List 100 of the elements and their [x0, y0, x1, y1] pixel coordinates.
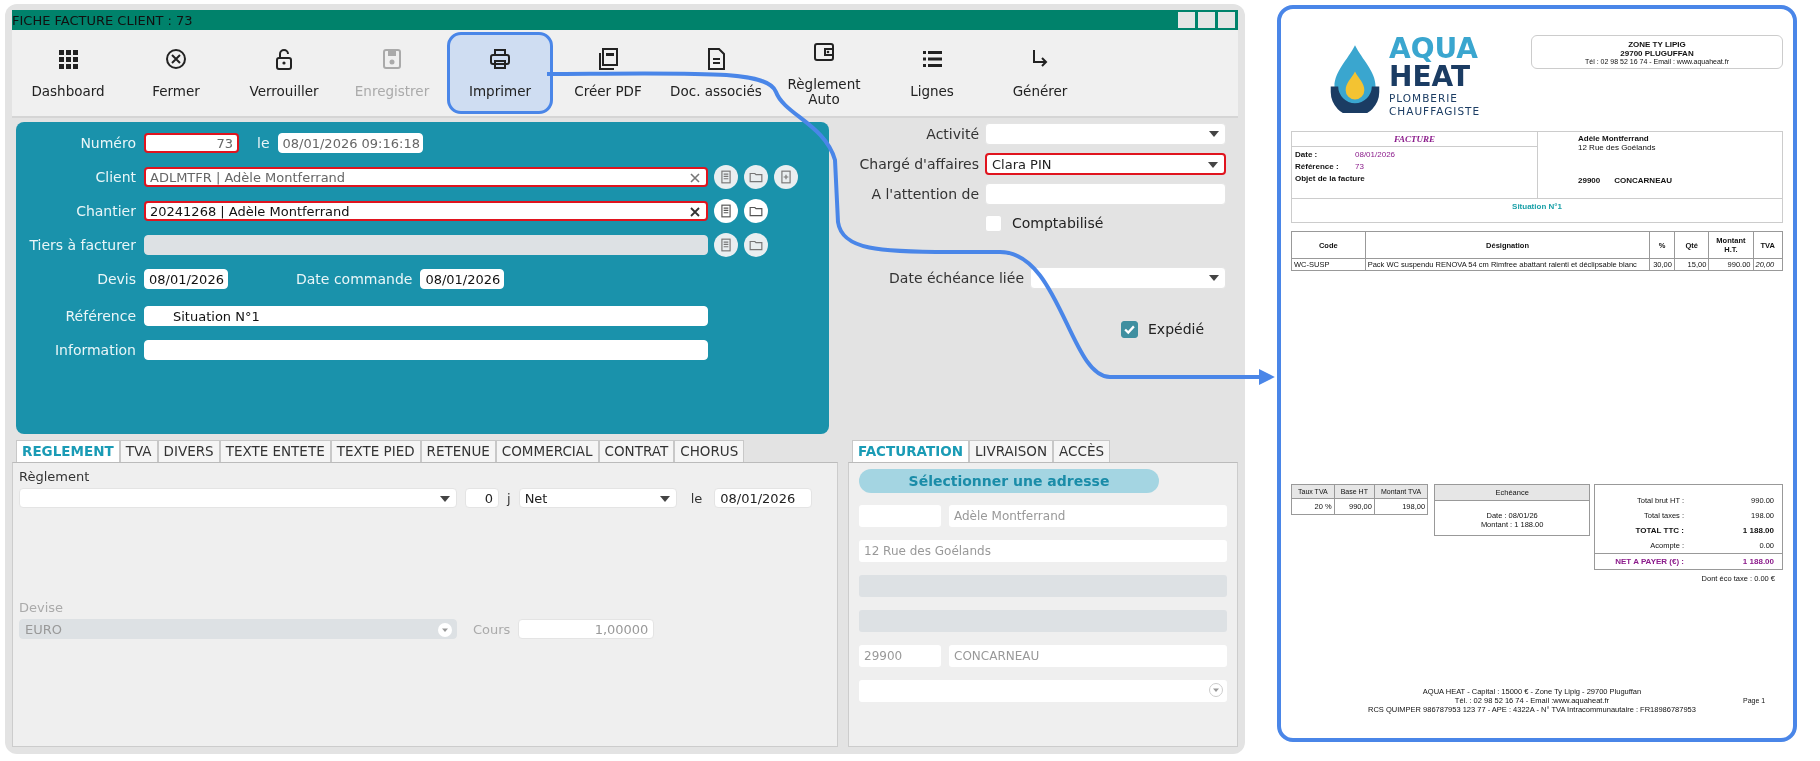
- field-label: Information: [53, 342, 136, 358]
- field-label: Chantier: [75, 203, 136, 219]
- number-field[interactable]: 73: [144, 133, 239, 153]
- invoice-label: Référence :: [1295, 162, 1340, 171]
- toolbar-icon: [596, 47, 620, 72]
- field-label: Règlement: [19, 469, 90, 484]
- attention-field[interactable]: [985, 183, 1226, 205]
- due-date-dropdown[interactable]: [1030, 267, 1226, 289]
- folder-button[interactable]: [744, 233, 768, 257]
- tab[interactable]: ACCÈS: [1053, 440, 1111, 462]
- tab[interactable]: COMMERCIAL: [495, 440, 599, 462]
- toolbar-button[interactable]: Générer: [987, 32, 1093, 114]
- company-text: 29700 PLUGUFFAN: [1620, 48, 1694, 58]
- recipient-name: Adèle Montferrand: [1578, 134, 1650, 143]
- document-icon: [719, 238, 733, 252]
- toolbar-button[interactable]: Règlement Auto: [771, 32, 877, 114]
- document-button[interactable]: [714, 199, 738, 223]
- logo-text: CHAUFFAGISTE: [1389, 105, 1481, 116]
- close-button[interactable]: [1218, 12, 1235, 28]
- field-label: A l'attention de: [871, 186, 979, 202]
- checkbox[interactable]: [1121, 320, 1138, 338]
- invoice-value: 08/01/2026: [1355, 150, 1396, 159]
- field-label: Numéro: [79, 135, 136, 151]
- date-field[interactable]: 08/01/2026: [144, 269, 228, 289]
- caret-icon: [659, 496, 670, 502]
- reference-field[interactable]: Situation N°1: [144, 306, 708, 326]
- caret-icon: [1209, 683, 1223, 697]
- toolbar-button[interactable]: Lignes: [879, 32, 985, 114]
- country-dropdown[interactable]: [859, 680, 1227, 702]
- tab[interactable]: TEXTE PIED: [330, 440, 421, 462]
- document-icon: [719, 170, 733, 184]
- invoice-subject: Situation N°1: [1512, 202, 1562, 211]
- field-label: Client: [94, 169, 136, 185]
- invoice-label: Objet de la facture: [1294, 173, 1366, 185]
- caret-icon: [1208, 162, 1218, 168]
- minimize-button[interactable]: [1178, 12, 1195, 28]
- field-label: le: [257, 135, 270, 151]
- document-button[interactable]: [714, 233, 738, 257]
- folder-button[interactable]: [744, 165, 768, 189]
- document-button[interactable]: [714, 165, 738, 189]
- term-dropdown[interactable]: Net: [518, 488, 677, 508]
- toolbar-button[interactable]: Doc. associés: [663, 32, 769, 114]
- caret-icon: [438, 623, 452, 637]
- information-field[interactable]: [144, 340, 708, 360]
- document-title: FACTURE: [1292, 132, 1537, 147]
- folder-icon: [749, 204, 763, 218]
- checkbox-label: Expédié: [1148, 321, 1205, 337]
- folder-button[interactable]: [744, 199, 768, 223]
- maximize-button[interactable]: [1198, 12, 1215, 28]
- invoice-value: 73: [1355, 162, 1364, 171]
- days-field[interactable]: 0: [465, 488, 499, 508]
- total-value: 1 188.00: [1741, 526, 1774, 535]
- field-label: Devis: [96, 271, 136, 287]
- tab[interactable]: TVA: [119, 440, 158, 462]
- logo-text: AQUA: [1389, 35, 1480, 63]
- field-label: Date échéance liée: [889, 270, 1024, 286]
- date-field[interactable]: 08/01/2026: [714, 488, 813, 508]
- tab[interactable]: LIVRAISON: [969, 440, 1054, 462]
- field-label: Chargé d'affaires: [859, 156, 979, 172]
- add-button[interactable]: [774, 165, 798, 189]
- tab[interactable]: RETENUE: [420, 440, 496, 462]
- recipient-postcode: 29900: [1578, 176, 1601, 185]
- activity-dropdown[interactable]: [985, 123, 1226, 145]
- clear-icon[interactable]: [690, 207, 700, 217]
- tab[interactable]: CONTRAT: [598, 440, 675, 462]
- date-field[interactable]: 08/01/2026 09:16:18: [277, 133, 423, 153]
- tab[interactable]: TEXTE ENTETE: [219, 440, 331, 462]
- checkbox-label: Comptabilisé: [1012, 215, 1104, 231]
- tab[interactable]: CHORUS: [674, 440, 745, 462]
- field-label: Tiers à facturer: [28, 237, 136, 253]
- toolbar-icon: [380, 47, 404, 72]
- recipient-city: CONCARNEAU: [1614, 176, 1673, 185]
- recipient-street: 12 Rue des Goélands: [1578, 143, 1657, 152]
- total-label: NET A PAYER (€) :: [1615, 557, 1684, 566]
- caret-icon: [1209, 275, 1219, 281]
- field-label: Date commande: [296, 271, 413, 287]
- toolbar-button[interactable]: Créer PDF: [555, 32, 661, 114]
- tab[interactable]: DIVERS: [157, 440, 220, 462]
- payment-dropdown[interactable]: [19, 488, 457, 508]
- plus-icon: [779, 170, 793, 184]
- window-title: FICHE FACTURE CLIENT : 73: [12, 12, 193, 28]
- logo-text: HEAT: [1389, 63, 1471, 91]
- toolbar-button[interactable]: Imprimer: [447, 32, 553, 114]
- date-field[interactable]: 08/01/2026: [420, 269, 505, 289]
- total-label: TOTAL TTC :: [1635, 526, 1684, 535]
- total-value: 1 188.00: [1741, 557, 1774, 566]
- toolbar-button[interactable]: Fermer: [123, 32, 229, 114]
- caret-icon: [1209, 131, 1219, 137]
- field-label: Activité: [926, 126, 979, 142]
- logo-text: PLOMBERIE: [1389, 93, 1459, 104]
- toolbar-button[interactable]: Dashboard: [15, 32, 121, 114]
- invoice-label: Date :: [1295, 150, 1319, 159]
- manager-dropdown[interactable]: Clara PIN: [985, 153, 1226, 175]
- toolbar-icon: [488, 47, 512, 72]
- caret-icon: [440, 496, 450, 502]
- toolbar-button[interactable]: Verrouiller: [231, 32, 337, 114]
- site-field[interactable]: 20241268 | Adèle Montferrand: [144, 201, 708, 221]
- field-label: Devise: [19, 600, 64, 615]
- billing-party-field[interactable]: [144, 235, 708, 255]
- company-text: ZONE TY LIPIG: [1628, 39, 1686, 49]
